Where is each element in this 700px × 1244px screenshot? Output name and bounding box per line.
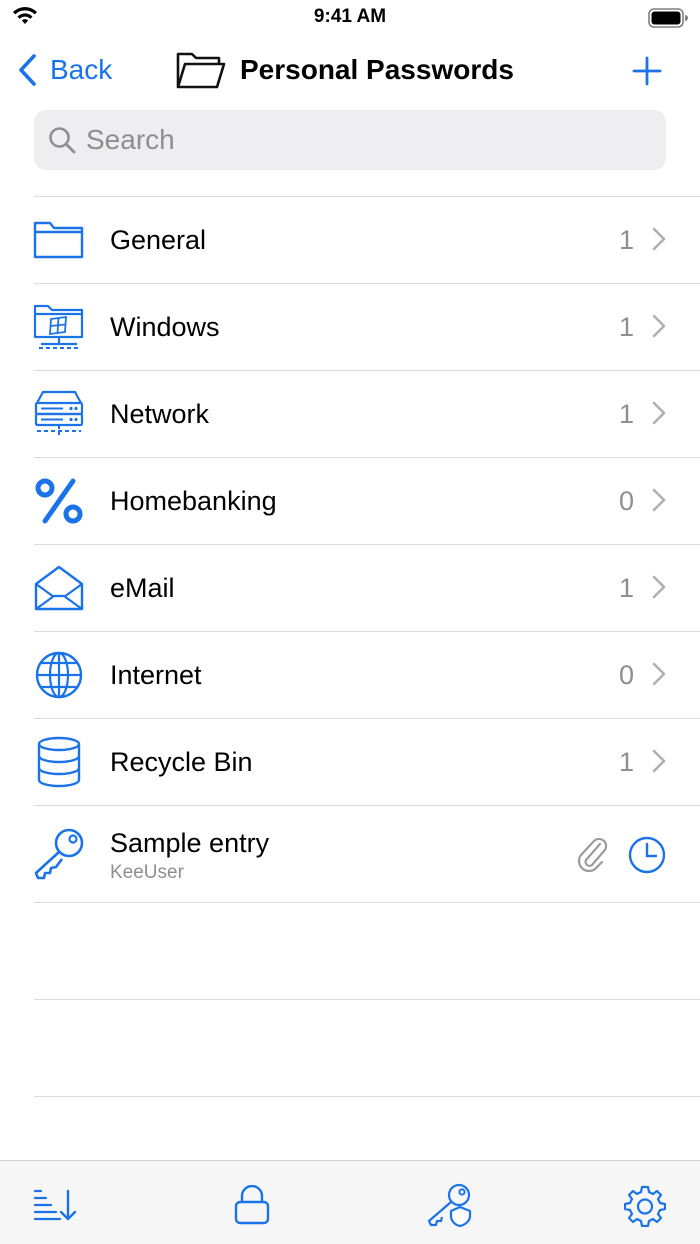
search-icon [49, 127, 76, 154]
lock-icon[interactable] [234, 1185, 270, 1225]
chevron-right-icon [652, 227, 666, 251]
battery-icon [648, 8, 688, 28]
network-server-icon [32, 387, 86, 441]
back-button[interactable]: Back [18, 54, 112, 86]
group-label: Internet [110, 659, 202, 690]
search-bar[interactable] [34, 110, 666, 170]
folder-open-icon [176, 52, 226, 89]
group-count: 1 [618, 572, 634, 603]
empty-row [0, 903, 700, 999]
chevron-left-icon [19, 54, 36, 86]
group-count: 1 [618, 398, 634, 429]
folder-icon [32, 213, 86, 267]
envelope-icon [32, 561, 86, 615]
group-count: 0 [618, 659, 634, 690]
group-row-email[interactable]: eMail 1 [0, 545, 700, 631]
divider [34, 1096, 700, 1097]
chevron-right-icon [652, 314, 666, 338]
status-time: 9:41 AM [313, 6, 387, 27]
key-icon [32, 827, 86, 881]
key-shield-icon[interactable] [426, 1183, 474, 1227]
group-count: 0 [618, 485, 634, 516]
database-icon [32, 735, 86, 789]
bottom-toolbar [0, 1160, 700, 1244]
group-row-internet[interactable]: Internet 0 [0, 632, 700, 718]
group-label: Recycle Bin [110, 746, 253, 777]
group-label: Homebanking [110, 485, 277, 516]
back-label: Back [50, 54, 113, 85]
windows-computer-icon [32, 300, 86, 354]
empty-row [0, 1000, 700, 1096]
paperclip-icon [577, 837, 608, 872]
group-row-windows[interactable]: Windows 1 [0, 284, 700, 370]
chevron-right-icon [652, 749, 666, 773]
sort-icon[interactable] [32, 1185, 78, 1223]
chevron-right-icon [652, 488, 666, 512]
entry-row-sample-entry[interactable]: Sample entry KeeUser [0, 806, 700, 902]
group-count: 1 [618, 746, 634, 777]
status-bar: 9:41 AM [0, 0, 700, 36]
add-icon[interactable] [632, 56, 662, 86]
entry-title: Sample entry [110, 828, 270, 858]
group-row-general[interactable]: General 1 [0, 197, 700, 283]
group-label: eMail [110, 572, 175, 603]
navigation-bar: Back Personal Passwords [0, 40, 700, 104]
group-list: General 1 Windows 1 Network 1 Homebankin… [0, 196, 700, 1097]
page-title-text: Personal Passwords [240, 54, 514, 85]
search-input[interactable] [86, 124, 646, 156]
clock-icon[interactable] [628, 836, 666, 874]
group-label: General [110, 224, 207, 255]
page-title: Personal Passwords [176, 50, 514, 90]
group-row-recycle-bin[interactable]: Recycle Bin 1 [0, 719, 700, 805]
gear-icon[interactable] [624, 1185, 666, 1227]
entry-username: KeeUser [110, 862, 184, 883]
group-row-network[interactable]: Network 1 [0, 371, 700, 457]
chevron-right-icon [652, 575, 666, 599]
chevron-right-icon [652, 401, 666, 425]
group-label: Windows [110, 311, 220, 342]
percent-icon [32, 474, 86, 528]
group-count: 1 [618, 224, 634, 255]
chevron-right-icon [652, 662, 666, 686]
group-label: Network [110, 398, 210, 429]
group-count: 1 [618, 311, 634, 342]
globe-icon [32, 648, 86, 702]
group-row-homebanking[interactable]: Homebanking 0 [0, 458, 700, 544]
